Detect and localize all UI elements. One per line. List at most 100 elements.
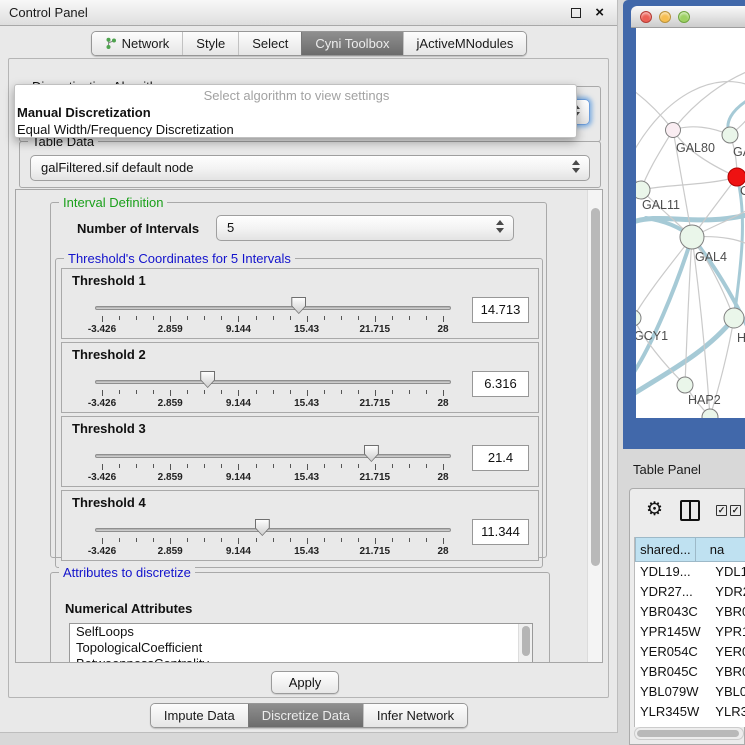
network-view-window[interactable]: GAL80GALCGAL11GAL4GCY1HHAP2 bbox=[623, 0, 745, 449]
list-scrollbar[interactable] bbox=[518, 624, 532, 663]
table-row[interactable]: YBR043CYBR0 bbox=[635, 602, 745, 622]
slider-thumb[interactable] bbox=[291, 297, 306, 314]
tick-mark bbox=[409, 390, 410, 394]
algorithm-dropdown-popup: Select algorithm to view settingsManual … bbox=[14, 84, 577, 138]
tick-label: 15.43 bbox=[285, 324, 329, 335]
slider-thumb[interactable] bbox=[200, 371, 215, 388]
threshold-value-field[interactable]: 6.316 bbox=[472, 371, 529, 397]
split-columns-icon[interactable] bbox=[680, 500, 700, 521]
network-graph[interactable]: GAL80GALCGAL11GAL4GCY1HHAP2 bbox=[636, 28, 745, 418]
table-row[interactable]: YPR145WYPR1 bbox=[635, 622, 745, 642]
control-panel-titlebar: Control Panel × bbox=[0, 0, 617, 26]
slider-thumb[interactable] bbox=[255, 519, 270, 536]
tick-mark bbox=[324, 316, 325, 320]
tick-mark bbox=[119, 390, 120, 394]
tick-mark bbox=[102, 464, 103, 470]
tab-style[interactable]: Style bbox=[182, 32, 238, 55]
tick-mark bbox=[409, 316, 410, 320]
column-header-name[interactable]: na bbox=[696, 537, 745, 562]
slider-track[interactable] bbox=[95, 380, 451, 384]
network-edge[interactable] bbox=[636, 237, 692, 318]
checkbox-icon[interactable]: ✓ bbox=[716, 505, 727, 516]
table-row[interactable]: YER054CYER0 bbox=[635, 642, 745, 662]
attributes-group: Attributes to discretize Numerical Attri… bbox=[50, 572, 550, 663]
network-edge[interactable] bbox=[673, 127, 730, 135]
network-edge[interactable] bbox=[673, 70, 745, 130]
network-edge-highlighted[interactable] bbox=[734, 177, 742, 318]
stepper-arrows-icon bbox=[572, 160, 581, 173]
network-node[interactable] bbox=[722, 127, 738, 143]
table-row[interactable]: YBR045CYBR0 bbox=[635, 662, 745, 682]
attribute-list-item[interactable]: SelfLoops bbox=[70, 624, 532, 640]
tick-mark bbox=[256, 538, 257, 542]
float-window-icon[interactable] bbox=[571, 8, 581, 18]
zoom-traffic-light-icon[interactable] bbox=[678, 11, 690, 23]
tick-mark bbox=[170, 316, 171, 322]
table-row[interactable]: YDR27...YDR2 bbox=[635, 582, 745, 602]
network-edge[interactable] bbox=[641, 130, 673, 190]
tab-cyni-toolbox[interactable]: Cyni Toolbox bbox=[301, 32, 402, 55]
threshold-value-field[interactable]: 14.713 bbox=[472, 297, 529, 323]
tick-mark bbox=[426, 464, 427, 468]
network-edge[interactable] bbox=[636, 88, 673, 130]
table-row[interactable]: YLR345WYLR3 bbox=[635, 702, 745, 722]
tab-label: Network bbox=[122, 33, 170, 55]
table-data-combobox[interactable]: galFiltered.sif default node bbox=[30, 155, 590, 181]
network-node[interactable] bbox=[724, 308, 744, 328]
tick-mark bbox=[273, 464, 274, 468]
tab-label: Discretize Data bbox=[262, 705, 350, 727]
tick-label: 9.144 bbox=[216, 472, 260, 483]
table-cell-shared-name: YPR145W bbox=[635, 622, 711, 642]
number-of-intervals-label: Number of Intervals bbox=[77, 221, 199, 236]
network-edge[interactable] bbox=[641, 177, 737, 190]
slider-track[interactable] bbox=[95, 454, 451, 458]
network-edge[interactable] bbox=[692, 237, 710, 417]
close-traffic-light-icon[interactable] bbox=[640, 11, 652, 23]
table-row[interactable]: YBL079WYBL0 bbox=[635, 682, 745, 702]
network-window-titlebar[interactable] bbox=[631, 6, 745, 28]
slider-track[interactable] bbox=[95, 306, 451, 310]
settings-panel: Discretization Algorithm Table Data galF… bbox=[8, 58, 609, 698]
dropdown-option[interactable]: Equal Width/Frequency Discretization bbox=[15, 121, 576, 138]
network-node[interactable] bbox=[636, 181, 650, 199]
table-panel-titlebar: Table Panel bbox=[623, 455, 745, 485]
tick-label: 21.715 bbox=[353, 324, 397, 335]
network-node[interactable] bbox=[666, 123, 681, 138]
minimize-traffic-light-icon[interactable] bbox=[659, 11, 671, 23]
scrollbar-thumb[interactable] bbox=[637, 730, 739, 737]
tab-discretize-data[interactable]: Discretize Data bbox=[248, 704, 363, 727]
tab-infer-network[interactable]: Infer Network bbox=[363, 704, 467, 727]
interval-definition-group: Interval Definition Number of Intervals … bbox=[50, 202, 547, 558]
network-node[interactable] bbox=[677, 377, 693, 393]
attribute-list-item[interactable]: BetweennessCentrality bbox=[70, 656, 532, 663]
column-header-shared-name[interactable]: shared... bbox=[635, 537, 696, 562]
tab-jactivemnodules[interactable]: jActiveMNodules bbox=[403, 32, 527, 55]
tab-select[interactable]: Select bbox=[238, 32, 301, 55]
gear-icon[interactable]: ⚙ bbox=[646, 499, 663, 521]
scrollbar-thumb[interactable] bbox=[522, 626, 530, 656]
tick-mark bbox=[324, 464, 325, 468]
tab-impute-data[interactable]: Impute Data bbox=[151, 704, 248, 727]
network-node[interactable] bbox=[680, 225, 704, 249]
close-window-icon[interactable]: × bbox=[595, 3, 604, 23]
tab-network[interactable]: Network bbox=[92, 32, 183, 55]
attribute-list-item[interactable]: TopologicalCoefficient bbox=[70, 640, 532, 656]
network-node-label: HAP2 bbox=[688, 393, 721, 407]
slider-thumb[interactable] bbox=[364, 445, 379, 462]
settings-vertical-scrollbar[interactable] bbox=[587, 190, 602, 662]
table-row[interactable]: YDL19...YDL1 bbox=[635, 562, 745, 582]
threshold-value-field[interactable]: 11.344 bbox=[472, 519, 529, 545]
scrollbar-thumb[interactable] bbox=[591, 208, 600, 566]
network-edge-highlighted[interactable] bbox=[636, 237, 692, 378]
network-node[interactable] bbox=[636, 310, 641, 326]
tab-label: Style bbox=[196, 33, 225, 55]
apply-button[interactable]: Apply bbox=[271, 671, 339, 694]
number-of-intervals-combobox[interactable]: 5 bbox=[216, 215, 514, 241]
dropdown-option[interactable]: Manual Discretization bbox=[15, 104, 576, 121]
slider-track[interactable] bbox=[95, 528, 451, 532]
checkbox-icon[interactable]: ✓ bbox=[730, 505, 741, 516]
network-canvas[interactable]: GAL80GALCGAL11GAL4GCY1HHAP2 bbox=[636, 28, 745, 418]
tick-mark bbox=[119, 538, 120, 542]
threshold-value-field[interactable]: 21.4 bbox=[472, 445, 529, 471]
table-horizontal-scrollbar[interactable] bbox=[634, 727, 744, 740]
